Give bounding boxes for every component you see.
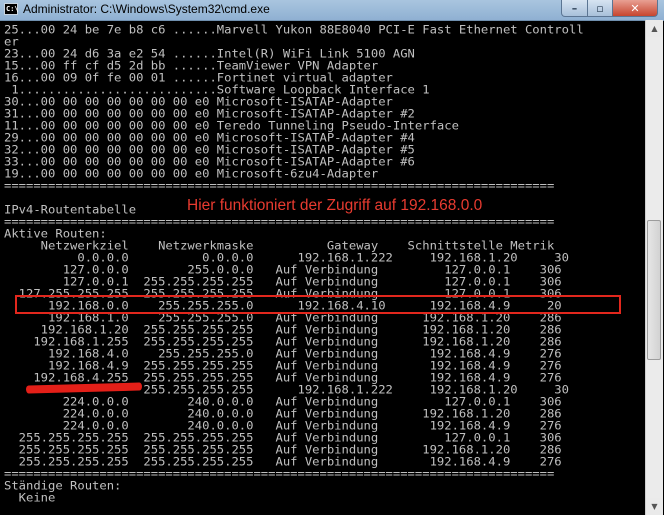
active-routes-label: Aktive Routen: bbox=[4, 227, 107, 241]
route-row: 0.0.0.0 0.0.0.0 192.168.1.222 192.168.1.… bbox=[4, 251, 569, 265]
minimize-button[interactable]: – bbox=[561, 0, 588, 17]
route-row: 224.0.0.0 240.0.0.0 Auf Verbindung 127.0… bbox=[4, 395, 562, 409]
interface-line: 15...00 ff cf d5 2d bb ......TeamViewer … bbox=[4, 59, 379, 73]
scroll-thumb[interactable] bbox=[647, 220, 661, 360]
routing-table-title: IPv4-Routentabelle bbox=[4, 203, 137, 217]
route-row: 255.255.255.255 255.255.255.255 Auf Verb… bbox=[4, 455, 562, 469]
close-button[interactable]: ✕ bbox=[612, 0, 658, 17]
route-row: 192.168.1.20 255.255.255.255 Auf Verbind… bbox=[4, 323, 562, 337]
scroll-up-icon[interactable]: ▲ bbox=[646, 20, 663, 37]
interface-line: 32...00 00 00 00 00 00 00 e0 Microsoft-I… bbox=[4, 143, 415, 157]
route-row: 127.0.0.1 255.255.255.255 Auf Verbindung… bbox=[4, 275, 562, 289]
route-row: 224.0.0.0 240.0.0.0 Auf Verbindung 192.1… bbox=[4, 419, 562, 433]
window-title: Administrator: C:\Windows\System32\cmd.e… bbox=[23, 2, 270, 16]
interface-line: 16...00 09 0f fe 00 01 ......Fortinet vi… bbox=[4, 71, 393, 85]
interface-line: 11...00 00 00 00 00 00 00 e0 Teredo Tunn… bbox=[4, 119, 459, 133]
route-row: 192.168.4.9 255.255.255.255 Auf Verbindu… bbox=[4, 359, 562, 373]
routes-header: Netzwerkziel Netzwerkmaske Gateway Schni… bbox=[4, 239, 555, 253]
interface-line: 33...00 00 00 00 00 00 00 e0 Microsoft-I… bbox=[4, 155, 415, 169]
interface-line: 19...00 00 00 00 00 00 00 e0 Microsoft-6… bbox=[4, 167, 379, 181]
scroll-down-icon[interactable]: ▼ bbox=[646, 498, 663, 515]
vertical-scrollbar[interactable]: ▲ ▼ bbox=[645, 20, 663, 515]
route-row: 255.255.255.255 255.255.255.255 Auf Verb… bbox=[4, 431, 562, 445]
interface-line: 30...00 00 00 00 00 00 00 e0 Microsoft-I… bbox=[4, 95, 393, 109]
cmd-icon: C:\ bbox=[4, 3, 19, 15]
route-row: 192.168.1.255 255.255.255.255 Auf Verbin… bbox=[4, 335, 562, 349]
console-output[interactable]: 25...00 24 be 7e b8 c6 ......Marvell Yuk… bbox=[4, 22, 642, 515]
interface-line: 31...00 00 00 00 00 00 00 e0 Microsoft-I… bbox=[4, 107, 415, 121]
interface-line: er bbox=[4, 35, 19, 49]
cmd-window: C:\ Administrator: C:\Windows\System32\c… bbox=[0, 0, 664, 515]
route-row: 192.168.4.255 255.255.255.255 Auf Verbin… bbox=[4, 371, 562, 385]
highlight-box bbox=[15, 295, 621, 314]
interface-line: 29...00 00 00 00 00 00 00 e0 Microsoft-I… bbox=[4, 131, 415, 145]
annotation-note: Hier funktioniert der Zugriff auf 192.16… bbox=[187, 197, 483, 214]
route-row: 255.255.255.255 255.255.255.255 Auf Verb… bbox=[4, 443, 562, 457]
route-row: 192.168.4.0 255.255.255.0 Auf Verbindung… bbox=[4, 347, 562, 361]
maximize-button[interactable]: ▫ bbox=[587, 0, 613, 17]
persistent-routes-value: Keine bbox=[4, 491, 56, 505]
persistent-routes-label: Ständige Routen: bbox=[4, 479, 122, 493]
title-bar[interactable]: C:\ Administrator: C:\Windows\System32\c… bbox=[0, 0, 664, 21]
separator-line: ========================================… bbox=[4, 215, 555, 229]
route-row: 127.0.0.0 255.0.0.0 Auf Verbindung 127.0… bbox=[4, 263, 562, 277]
interface-line: 25...00 24 be 7e b8 c6 ......Marvell Yuk… bbox=[4, 23, 584, 37]
separator-line: ========================================… bbox=[4, 467, 555, 481]
interface-line: 23...00 24 d6 3a e2 54 ......Intel(R) Wi… bbox=[4, 47, 415, 61]
route-row: 224.0.0.0 240.0.0.0 Auf Verbindung 192.1… bbox=[4, 407, 562, 421]
separator-line: ========================================… bbox=[4, 179, 555, 193]
interface-line: 1...........................Software Loo… bbox=[4, 83, 430, 97]
